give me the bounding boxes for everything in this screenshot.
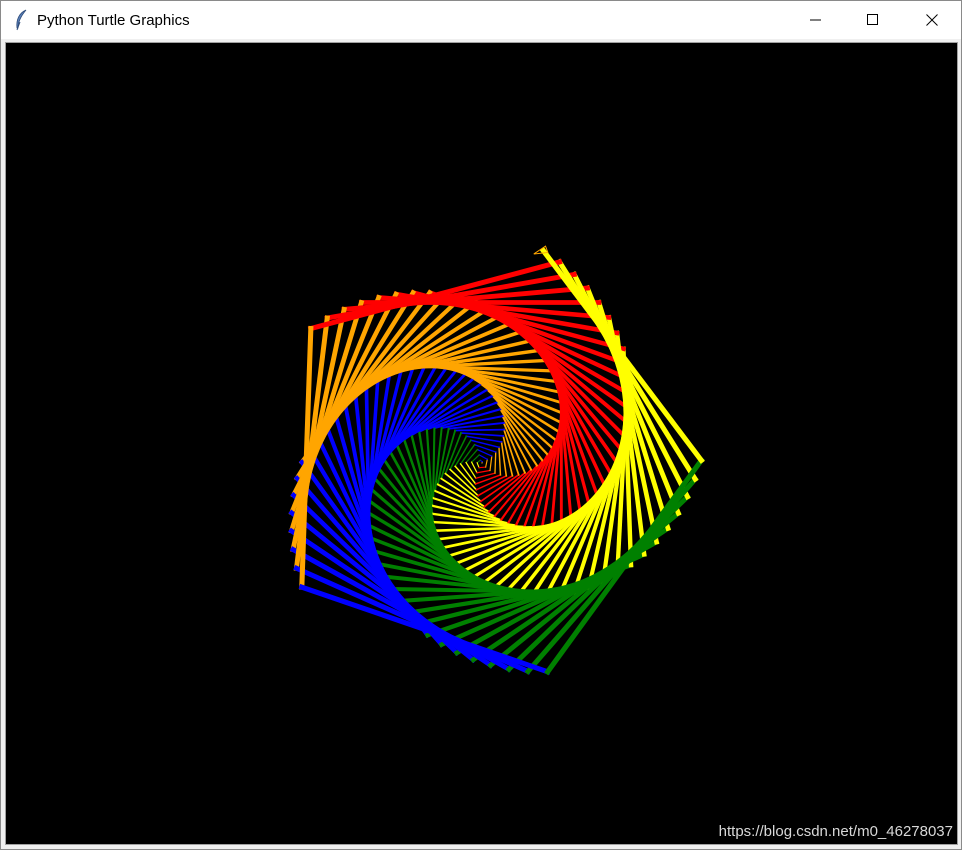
title-bar[interactable]: Python Turtle Graphics bbox=[1, 1, 961, 39]
spiral-segment bbox=[478, 454, 489, 461]
spiral-segment bbox=[476, 469, 491, 474]
window-title: Python Turtle Graphics bbox=[37, 12, 190, 29]
spiral-segment bbox=[476, 462, 480, 469]
feather-icon bbox=[16, 9, 27, 31]
maximize-icon bbox=[867, 14, 878, 25]
close-button[interactable] bbox=[903, 1, 961, 39]
turtle-canvas[interactable]: https://blog.csdn.net/m0_46278037 bbox=[5, 42, 958, 845]
minimize-icon bbox=[810, 19, 821, 21]
spiral-segment bbox=[470, 454, 481, 464]
spiral-segment bbox=[474, 474, 502, 485]
spiral-drawing bbox=[288, 245, 705, 676]
spiral-segment bbox=[476, 459, 481, 464]
client-area: https://blog.csdn.net/m0_46278037 bbox=[4, 41, 959, 846]
watermark-text: https://blog.csdn.net/m0_46278037 bbox=[718, 823, 953, 840]
minimize-button[interactable] bbox=[787, 1, 845, 39]
spiral-segment bbox=[454, 428, 505, 432]
spiral-segment bbox=[460, 432, 505, 437]
spiral-segment bbox=[498, 446, 502, 476]
close-icon bbox=[926, 14, 938, 26]
spiral-lines bbox=[288, 246, 705, 676]
spiral-segment bbox=[465, 448, 479, 464]
spiral-segment bbox=[470, 461, 478, 474]
spiral-segment bbox=[484, 458, 488, 468]
spiral-segment bbox=[494, 451, 497, 474]
spiral-segment bbox=[465, 461, 477, 480]
spiral-segment bbox=[478, 466, 487, 469]
maximize-button[interactable] bbox=[844, 1, 902, 39]
spiral-segment bbox=[489, 455, 493, 472]
spiral-segment bbox=[432, 427, 436, 500]
turtle-window: Python Turtle Graphics https://blog.csdn… bbox=[0, 0, 962, 850]
